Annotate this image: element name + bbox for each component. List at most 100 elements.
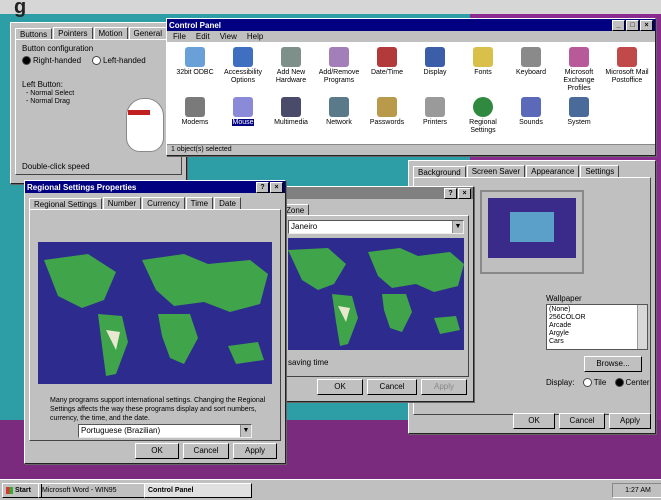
help-button[interactable]: ? [256, 181, 269, 193]
hardware-icon [281, 47, 301, 67]
icon-display[interactable]: Display [411, 47, 459, 77]
display-mode: Display: Tile Center [546, 378, 650, 388]
taskbar-item-word[interactable]: Microsoft Word - WIN95 [38, 483, 146, 498]
icon-sounds[interactable]: Sounds [507, 97, 555, 127]
menu-file[interactable]: File [173, 32, 186, 41]
tab-time[interactable]: Time [185, 197, 214, 209]
icon-exchange[interactable]: Microsoft Exchange Profiles [555, 47, 603, 93]
display-ok-button[interactable]: OK [513, 413, 555, 429]
wallpaper-item[interactable]: 256COLOR [549, 314, 645, 322]
menu-edit[interactable]: Edit [196, 32, 210, 41]
radio-tile[interactable] [582, 378, 592, 388]
icon-mail[interactable]: Microsoft Mail Postoffice [603, 47, 651, 85]
start-button[interactable]: Start [2, 483, 42, 498]
globe-icon [473, 97, 493, 117]
right-handed-option[interactable]: Right-handed [22, 56, 81, 66]
chevron-down-icon[interactable]: ▼ [452, 221, 463, 233]
tab-number[interactable]: Number [102, 197, 142, 209]
regional-tabs: Regional Settings Number Currency Time D… [25, 197, 285, 210]
icon-fonts[interactable]: Fonts [459, 47, 507, 77]
tab-general[interactable]: General [128, 27, 167, 39]
icon-multimedia-label: Multimedia [274, 119, 308, 126]
wallpaper-item[interactable]: Cars [549, 338, 645, 346]
datetime-cancel-button[interactable]: Cancel [367, 379, 417, 395]
minimize-button[interactable]: _ [612, 19, 625, 31]
icon-exchange-label: Microsoft Exchange Profiles [563, 69, 595, 92]
icon-printers-label: Printers [422, 119, 448, 126]
wallpaper-item[interactable]: Arcade [549, 322, 645, 330]
monitor-preview [480, 190, 584, 274]
wallpaper-list[interactable]: (None) 256COLOR Arcade Argyle Cars [546, 304, 648, 350]
icon-system[interactable]: System [555, 97, 603, 127]
datetime-window: ? × Zone Janeiro ▼ saving time OK Cancel… [276, 186, 474, 402]
wallpaper-item[interactable]: Argyle [549, 330, 645, 338]
speaker-icon [521, 97, 541, 117]
preview-wallpaper [510, 212, 554, 242]
radio-left[interactable] [92, 56, 101, 66]
wallpaper-item[interactable]: (None) [549, 306, 645, 314]
regional-ok-button[interactable]: OK [135, 443, 179, 459]
icon-add-remove[interactable]: Add/Remove Programs [315, 47, 363, 85]
icon-network[interactable]: Network [315, 97, 363, 127]
icon-accessibility[interactable]: Accessibility Options [219, 47, 267, 85]
tab-motion[interactable]: Motion [93, 27, 128, 39]
icon-datetime[interactable]: Date/Time [363, 47, 411, 77]
help-button[interactable]: ? [444, 187, 457, 199]
timezone-select[interactable]: Janeiro ▼ [288, 220, 464, 234]
maximize-button[interactable]: □ [626, 19, 639, 31]
double-click-label: Double-click speed [22, 162, 90, 171]
radio-right[interactable] [22, 56, 31, 66]
tab-appearance[interactable]: Appearance [526, 165, 580, 177]
datetime-ok-button[interactable]: OK [317, 379, 363, 395]
close-button[interactable]: × [458, 187, 471, 199]
tab-screen-saver[interactable]: Screen Saver [466, 165, 526, 177]
icon-multimedia[interactable]: Multimedia [267, 97, 315, 127]
network-icon [329, 97, 349, 117]
icon-odbc[interactable]: 32bit ODBC [171, 47, 219, 77]
mouse-button-highlight [128, 110, 150, 115]
browse-button[interactable]: Browse... [584, 356, 642, 372]
control-panel-titlebar: Control Panel _ □ × [167, 19, 655, 31]
display-apply-button[interactable]: Apply [609, 413, 651, 429]
saving-time-option[interactable]: saving time [288, 358, 328, 367]
monitor-icon [425, 47, 445, 67]
left-handed-label: Left-handed [103, 56, 146, 65]
tab-currency[interactable]: Currency [142, 197, 185, 209]
icon-mail-label: Microsoft Mail Postoffice [605, 69, 649, 84]
close-button[interactable]: × [640, 19, 653, 31]
icon-passwords[interactable]: Passwords [363, 97, 411, 127]
datetime-apply-button[interactable]: Apply [421, 379, 467, 395]
display-mode-label: Display: [546, 378, 575, 387]
tab-settings[interactable]: Settings [580, 165, 620, 177]
chevron-down-icon[interactable]: ▼ [240, 425, 251, 437]
fonts-icon [473, 47, 493, 67]
left-handed-option[interactable]: Left-handed [92, 56, 146, 66]
datetime-panel: Janeiro ▼ saving time [281, 215, 469, 377]
status-bar: 1 object(s) selected [167, 144, 655, 155]
regional-apply-button[interactable]: Apply [233, 443, 277, 459]
wallpaper-scrollbar[interactable] [637, 305, 647, 349]
display-cancel-button[interactable]: Cancel [559, 413, 605, 429]
clock-icon [377, 47, 397, 67]
close-button[interactable]: × [270, 181, 283, 193]
locale-select[interactable]: Portuguese (Brazilian) ▼ [78, 424, 252, 438]
world-map-graphic [288, 248, 464, 346]
regional-title: Regional Settings Properties [27, 182, 137, 192]
preview-screen [488, 198, 576, 258]
radio-center[interactable] [614, 378, 624, 388]
saving-time-label: saving time [288, 358, 329, 367]
taskbar-item-control-panel[interactable]: Control Panel [144, 483, 252, 498]
tab-pointers[interactable]: Pointers [53, 27, 93, 39]
icon-keyboard[interactable]: Keyboard [507, 47, 555, 77]
icon-regional[interactable]: Regional Settings [459, 97, 507, 135]
regional-cancel-button[interactable]: Cancel [183, 443, 229, 459]
icon-printers[interactable]: Printers [411, 97, 459, 127]
printer-icon [425, 97, 445, 117]
mouse-icon [233, 97, 253, 117]
menu-help[interactable]: Help [247, 32, 263, 41]
menu-view[interactable]: View [220, 32, 237, 41]
tab-date[interactable]: Date [214, 197, 242, 209]
icon-add-hardware[interactable]: Add New Hardware [267, 47, 315, 85]
icon-modems[interactable]: Modems [171, 97, 219, 127]
icon-mouse[interactable]: Mouse [219, 97, 267, 127]
